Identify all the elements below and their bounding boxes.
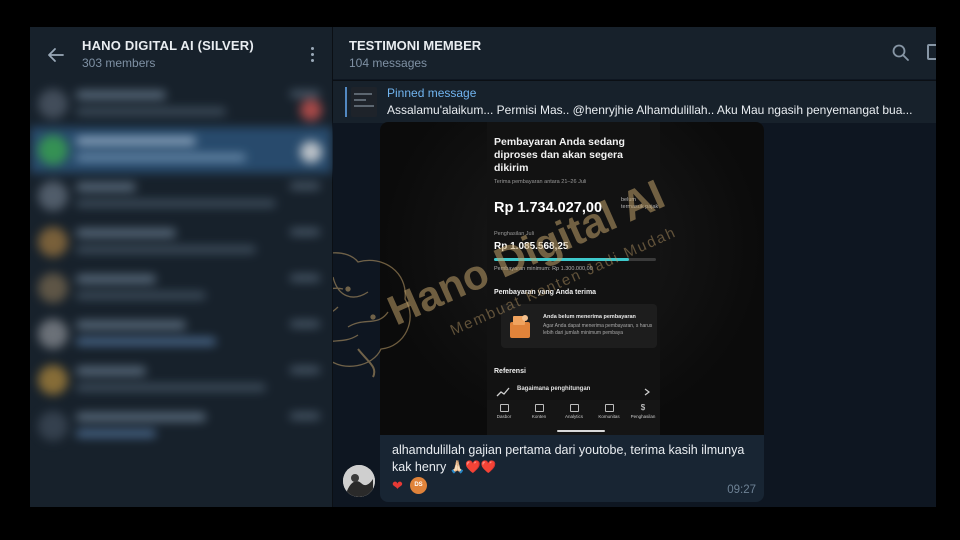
chat-panel: TESTIMONI MEMBER 104 messages Pinned mes… bbox=[333, 27, 936, 507]
dashboard-icon bbox=[499, 404, 509, 412]
no-payment-card: Anda belum menerima pembayaran Agar Anda… bbox=[501, 304, 657, 348]
list-item[interactable] bbox=[30, 357, 332, 403]
payment-range: Terima pembayaran antara 21–26 Juli bbox=[494, 179, 587, 185]
chat-message-count: 104 messages bbox=[349, 56, 428, 70]
community-icon bbox=[604, 404, 614, 412]
nav-dasbor: Dasbor bbox=[487, 404, 521, 419]
card-body: Agar Anda dapat menerima pembayaran, s h… bbox=[543, 323, 653, 336]
reference-item: Bagaimana penghitungan bbox=[494, 385, 654, 399]
list-item[interactable] bbox=[30, 127, 332, 173]
kebab-menu-icon[interactable] bbox=[304, 42, 320, 66]
payment-illustration-icon bbox=[510, 315, 530, 338]
back-button[interactable] bbox=[42, 41, 70, 69]
group-header: HANO DIGITAL AI (SILVER) 303 members bbox=[30, 27, 332, 81]
earnings-amount: Rp 1.085.568,25 bbox=[494, 241, 569, 252]
studio-bottom-nav: Dasbor Konten Analytics Komunitas $ Pengh… bbox=[487, 400, 660, 435]
nav-penghasilan: $ Penghasilan bbox=[630, 403, 656, 420]
nav-komunitas: Komunitas bbox=[592, 404, 626, 419]
payment-status-title: Pembayaran Anda sedang diproses dan akan… bbox=[494, 136, 625, 174]
message-photo[interactable]: Pembayaran Anda sedang diproses dan akan… bbox=[380, 122, 764, 435]
list-item[interactable] bbox=[30, 173, 332, 219]
card-title: Anda belum menerima pembayaran bbox=[543, 314, 636, 320]
blurred-topic-list bbox=[30, 81, 332, 507]
nav-konten: Konten bbox=[522, 404, 556, 419]
youtube-earnings-screenshot: Pembayaran Anda sedang diproses dan akan… bbox=[487, 122, 660, 435]
reaction-avatar[interactable]: DS bbox=[410, 477, 427, 494]
trend-icon bbox=[496, 387, 510, 397]
received-heading: Pembayaran yang Anda terima bbox=[494, 289, 597, 296]
earnings-progress bbox=[494, 258, 656, 261]
list-item[interactable] bbox=[30, 219, 332, 265]
chat-list-panel: HANO DIGITAL AI (SILVER) 303 members bbox=[30, 27, 333, 507]
pinned-text: Assalamu'alaikum... Permisi Mas.. @henry… bbox=[387, 103, 913, 117]
reference-heading: Referensi bbox=[494, 368, 526, 375]
pinned-message-bar[interactable]: Pinned message Assalamu'alaikum... Permi… bbox=[333, 80, 936, 123]
dollar-icon: $ bbox=[640, 403, 646, 412]
group-member-count: 303 members bbox=[82, 56, 156, 70]
sidebar-toggle-icon[interactable] bbox=[927, 44, 936, 60]
search-icon[interactable] bbox=[891, 43, 911, 63]
chat-header[interactable]: TESTIMONI MEMBER 104 messages bbox=[333, 27, 936, 79]
amount-note: belum termasuk pajak bbox=[621, 197, 659, 210]
message-caption: alhamdulillah gajian pertama dari youtob… bbox=[392, 443, 745, 474]
arrow-left-icon bbox=[48, 48, 64, 62]
telegram-window: HANO DIGITAL AI (SILVER) 303 members TES… bbox=[30, 27, 936, 507]
message-time: 09:27 bbox=[727, 484, 756, 496]
group-title: HANO DIGITAL AI (SILVER) bbox=[82, 38, 254, 53]
pinned-indicator bbox=[345, 87, 347, 117]
message-bubble[interactable]: Pembayaran Anda sedang diproses dan akan… bbox=[380, 122, 764, 502]
analytics-icon bbox=[569, 404, 579, 412]
sender-avatar[interactable] bbox=[343, 465, 375, 497]
list-item[interactable] bbox=[30, 81, 332, 127]
list-item[interactable] bbox=[30, 403, 332, 449]
heart-reaction-icon[interactable]: ❤ bbox=[392, 478, 403, 494]
minimum-payment: Pembayaran minimum: Rp 1.300.000,00 bbox=[494, 266, 593, 272]
chat-title: TESTIMONI MEMBER bbox=[349, 38, 482, 53]
content-icon bbox=[534, 404, 544, 412]
home-indicator bbox=[557, 430, 605, 432]
sender-avatar-image bbox=[343, 465, 375, 497]
earnings-label: Penghasilan Juli bbox=[494, 231, 535, 237]
pinned-label: Pinned message bbox=[387, 86, 477, 100]
nav-analytics: Analytics bbox=[557, 404, 591, 419]
chevron-right-icon bbox=[644, 388, 650, 396]
pinned-thumbnail bbox=[351, 87, 377, 117]
list-item[interactable] bbox=[30, 311, 332, 357]
list-item[interactable] bbox=[30, 265, 332, 311]
payment-amount: Rp 1.734.027,00 bbox=[494, 200, 603, 216]
reference-item-label: Bagaimana penghitungan bbox=[517, 386, 591, 392]
earnings-progress-fill bbox=[494, 258, 630, 261]
